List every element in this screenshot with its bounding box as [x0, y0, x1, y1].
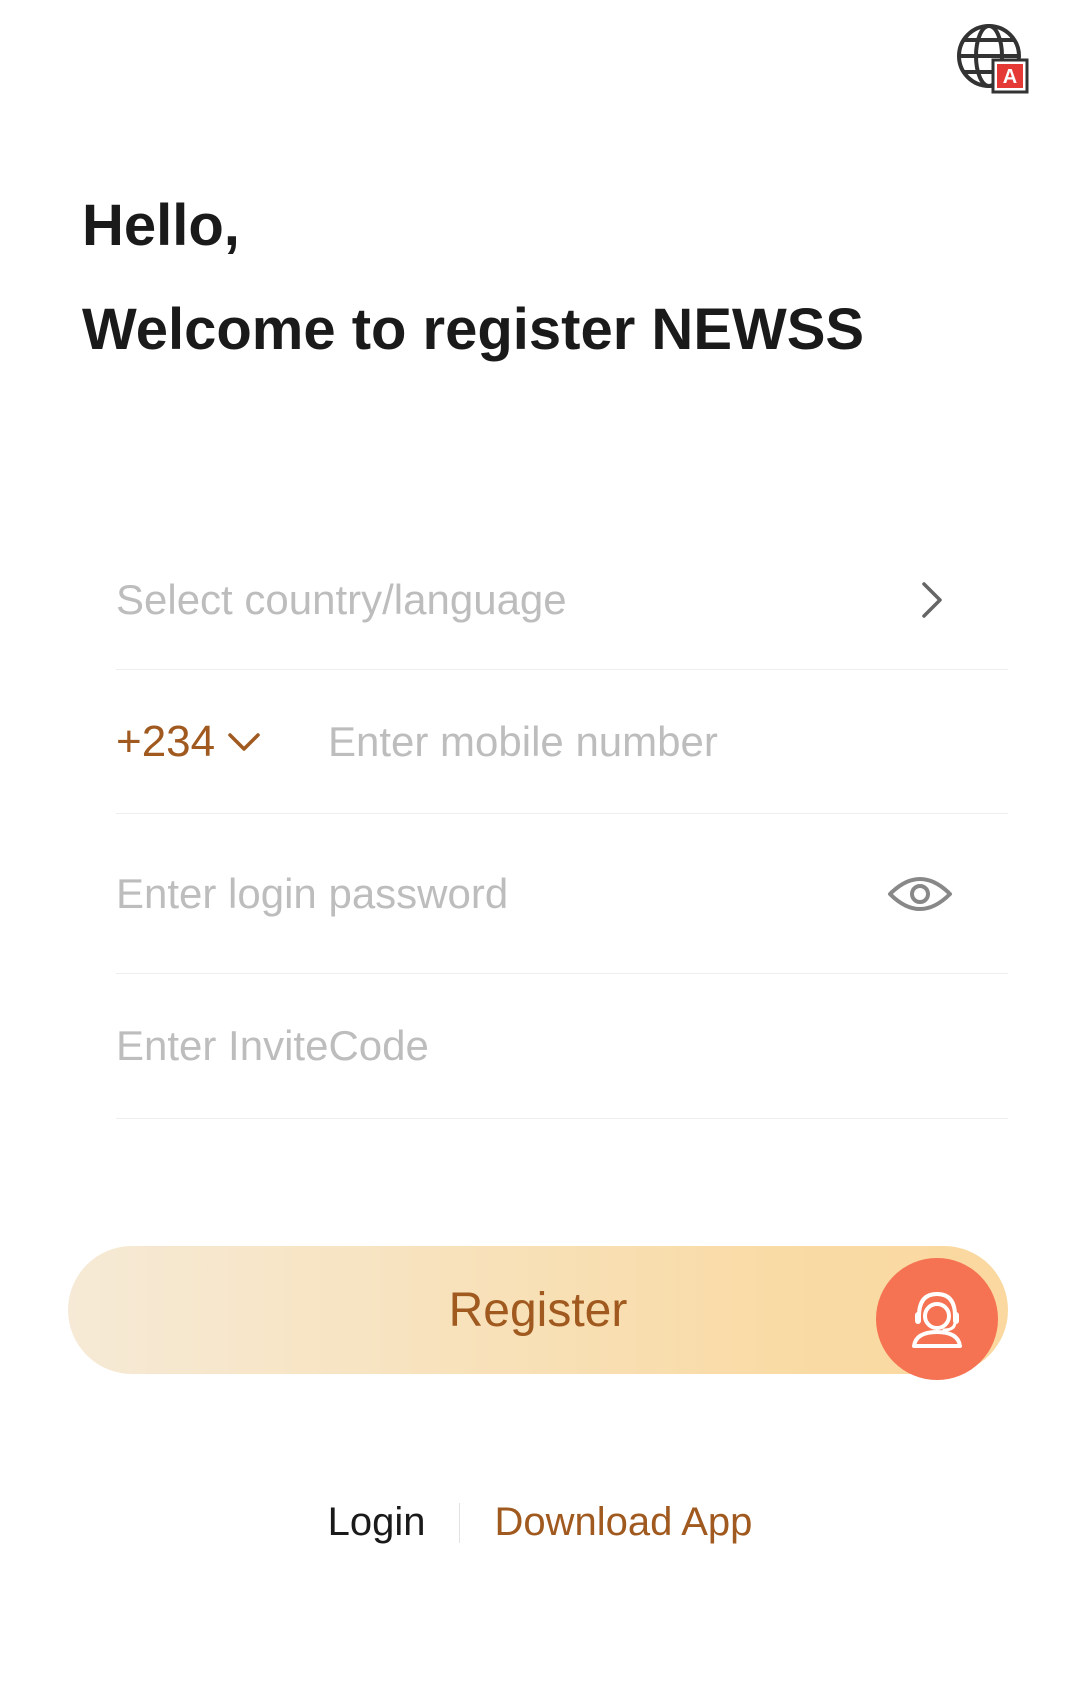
globe-language-icon: A [957, 24, 1029, 94]
country-language-selector[interactable]: Select country/language [116, 530, 1008, 670]
country-language-placeholder: Select country/language [116, 575, 567, 623]
register-form: Select country/language +234 [116, 530, 1008, 1119]
country-code-value: +234 [116, 716, 216, 766]
phone-row: +234 [116, 670, 1008, 814]
chevron-right-icon [918, 580, 946, 620]
customer-service-button[interactable] [876, 1258, 998, 1380]
password-input[interactable] [116, 869, 1008, 918]
eye-icon[interactable] [887, 872, 953, 916]
language-switch-button[interactable]: A [955, 20, 1031, 96]
greeting-welcome: Welcome to register NEWSS [82, 297, 865, 362]
register-button-label: Register [448, 1283, 628, 1337]
link-divider [459, 1502, 461, 1543]
greeting-hello: Hello, [82, 193, 240, 258]
register-page: A Hello, Welcome to register NEWSS Selec… [0, 0, 1080, 1702]
register-button[interactable]: Register [68, 1246, 1008, 1374]
download-app-link[interactable]: Download App [494, 1500, 752, 1545]
invite-code-row [116, 974, 1008, 1119]
chevron-down-icon [227, 732, 261, 752]
password-row [116, 814, 1008, 974]
login-link[interactable]: Login [328, 1500, 426, 1545]
svg-text:A: A [1003, 66, 1017, 88]
mobile-number-input[interactable] [328, 717, 1008, 766]
greeting: Hello, Welcome to register NEWSS [82, 190, 864, 366]
customer-service-icon [912, 1291, 962, 1348]
invite-code-input[interactable] [116, 1022, 1008, 1070]
country-code-dropdown[interactable]: +234 [116, 717, 328, 767]
bottom-links: Login Download App [0, 1500, 1080, 1545]
